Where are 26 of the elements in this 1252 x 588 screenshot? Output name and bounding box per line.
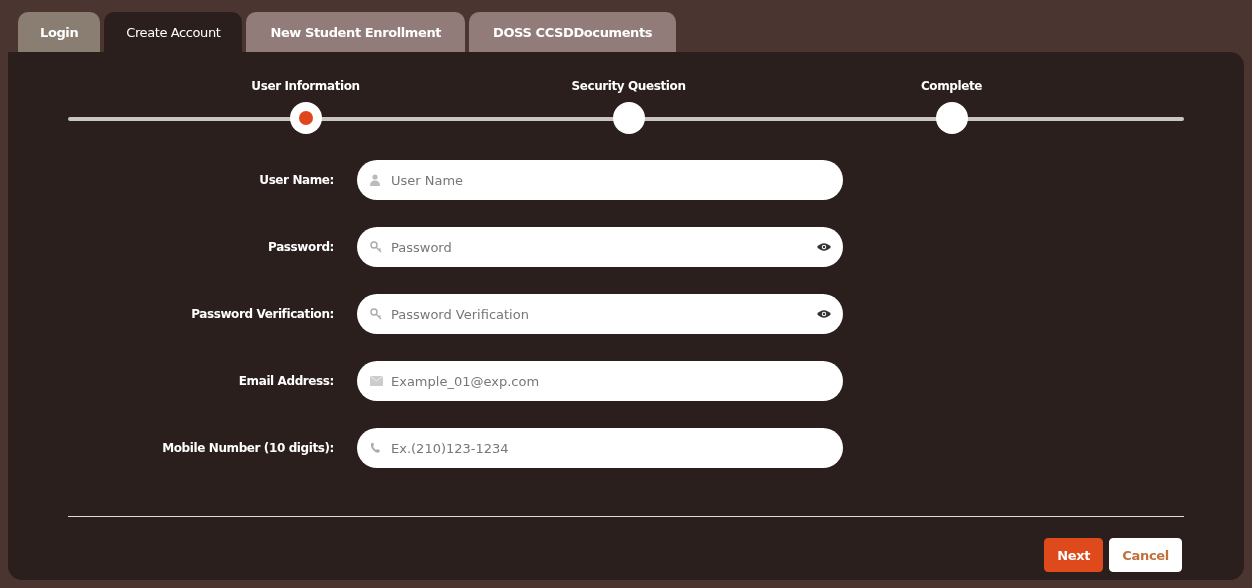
user-icon [370,174,380,186]
input-field[interactable]: Password Verification [357,294,843,334]
cancel-button[interactable]: Cancel [1109,538,1182,572]
key-icon [370,308,382,320]
field-label: Mobile Number (10 digits): [161,441,335,455]
phone-icon [370,442,381,454]
envelope-icon [370,376,383,386]
next-button[interactable]: Next [1044,538,1104,572]
step-label: User Information [251,78,360,95]
tab[interactable]: New Student Enrollment [246,12,466,52]
tab[interactable]: Create Account [104,12,243,52]
input-field[interactable]: Ex.(210)123-1234 [357,428,843,468]
input-field[interactable]: Example_01@exp.com [357,361,843,401]
input-field[interactable]: User Name [357,160,843,200]
field-label: Password: [267,240,335,254]
step-label: Complete [920,78,983,95]
tab[interactable]: Login [18,12,101,52]
eye-icon[interactable] [817,242,831,252]
key-icon [370,241,382,253]
field-label: Email Address: [237,374,335,388]
field-label: User Name: [258,173,335,187]
field-label: Password Verification: [190,307,335,321]
tab[interactable]: DOSS CCSDDocuments [469,12,677,52]
step-label: Security Question [571,78,686,95]
input-field[interactable]: Password [357,227,843,267]
eye-icon[interactable] [817,309,831,319]
